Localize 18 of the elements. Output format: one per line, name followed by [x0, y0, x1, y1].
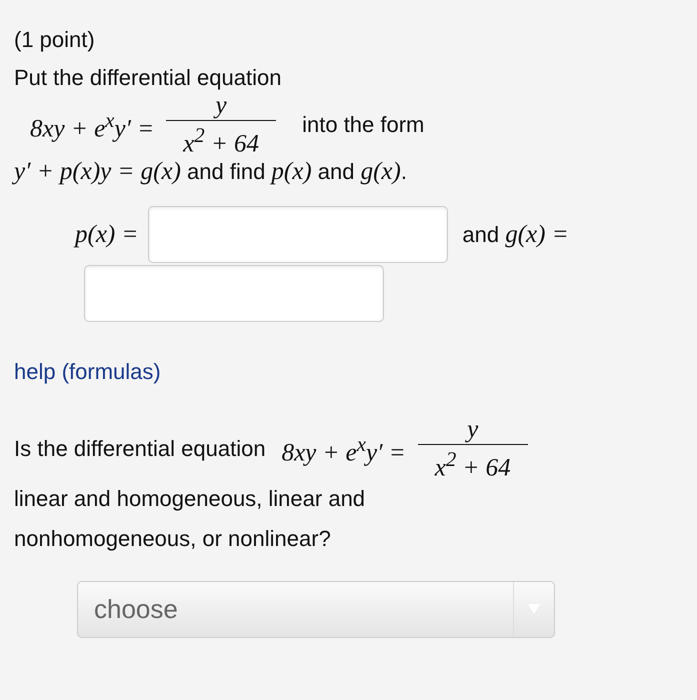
answer-label: p(x) = [75, 220, 138, 249]
question-text: Is the differential equation [14, 436, 266, 462]
equation-left-side: 8xy + e$^{x}$y′ = [282, 432, 406, 468]
choice-dropdown[interactable]: choose [77, 580, 555, 638]
answer-field[interactable] [148, 206, 448, 264]
instruction-text: Put the differential equation [14, 64, 282, 92]
fraction-denominator: x$^{2}$ + 64 [434, 446, 511, 483]
fraction-numerator: y [216, 92, 227, 120]
fraction-numerator: y [467, 416, 478, 444]
equation-left-side: 8xy + e$^{x}$y′ = [30, 108, 154, 143]
points-label: (1 point) [14, 26, 96, 54]
question-text: linear and homogeneous, linear and nonhomogeneous, or nonlinear? [14, 484, 366, 553]
instruction-sentence: y′ + p(x)y = g(x) and find p(x) and g(x). [14, 158, 408, 186]
fraction-denominator: x$^{2}$ + 64 [183, 122, 260, 158]
help-link[interactable]: help (formulas) [14, 358, 161, 386]
instruction-text: into the form [302, 112, 424, 138]
answer-label: and g(x) = [462, 220, 569, 249]
answer-field[interactable] [84, 265, 384, 322]
